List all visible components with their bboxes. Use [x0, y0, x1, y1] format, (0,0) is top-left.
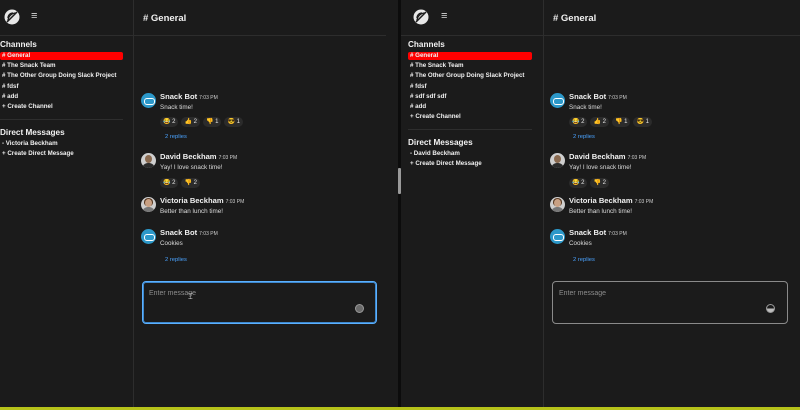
reaction-bar: 😂 2 👍 2 👎 1 😎 1 [569, 117, 652, 127]
sidebar-header: ≡ [401, 0, 543, 36]
reaction-chip[interactable]: 😎 1 [633, 117, 652, 127]
channel-title: # General [143, 13, 187, 24]
channel-title: # General [553, 13, 597, 24]
emoji-picker-icon[interactable] [766, 304, 775, 313]
channel-item-other-group[interactable]: # The Other Group Doing Slack Project [0, 72, 117, 80]
message-input[interactable] [149, 288, 339, 298]
message-composer[interactable]: ⌶ [142, 281, 377, 324]
create-dm-button[interactable]: + Create Direct Message [0, 150, 74, 158]
sidebar: ≡ Channels # General # The Snack Team # … [0, 0, 134, 407]
david-beckham-avatar [550, 153, 565, 168]
hamburger-menu-icon[interactable]: ≡ [31, 10, 41, 22]
channel-item-other-group[interactable]: # The Other Group Doing Slack Project [408, 72, 525, 80]
snack-bot-avatar [141, 229, 156, 244]
replies-link[interactable]: 2 replies [573, 257, 595, 263]
reaction-chip[interactable]: 👍 2 [590, 117, 609, 127]
channel-item-general[interactable]: # General [0, 52, 123, 60]
reaction-chip[interactable]: 👍 2 [181, 117, 200, 127]
channel-header: # General [544, 0, 800, 36]
david-beckham-avatar [141, 153, 156, 168]
create-dm-button[interactable]: + Create Direct Message [408, 160, 482, 168]
message-author: Snack Bot 7:03 PM [160, 92, 218, 101]
channel-header: # General [134, 0, 386, 36]
reaction-chip[interactable]: 👎 2 [590, 178, 609, 188]
sidebar: ≡ Channels # General # The Snack Team # … [401, 0, 544, 407]
channel-item-add[interactable]: # add [408, 103, 426, 111]
reaction-bar: 😂 2 👎 2 [569, 178, 609, 188]
message-text: Cookies [160, 240, 183, 247]
reaction-bar: 😂 2 👍 2 👎 1 😎 1 [160, 117, 243, 127]
channel-item-fdsf[interactable]: # fdsf [0, 83, 19, 91]
snack-bot-avatar [550, 93, 565, 108]
message-text: Cookies [569, 240, 592, 247]
app-logo-icon[interactable] [4, 9, 20, 25]
channel-item-fdsf[interactable]: # fdsf [408, 83, 427, 91]
message-text: Better than lunch time! [569, 208, 633, 215]
channels-title: Channels [0, 40, 37, 49]
mouse-pointer-icon: ⌶ [188, 292, 193, 301]
victoria-beckham-avatar [550, 197, 565, 212]
dm-item-victoria-beckham[interactable]: - Victoria Beckham [0, 140, 58, 148]
message-author: David Beckham 7:03 PM [160, 152, 238, 161]
channel-item-sdf[interactable]: # sdf sdf sdf [408, 93, 446, 101]
message-author: Snack Bot 7:03 PM [569, 92, 627, 101]
reaction-chip[interactable]: 😂 2 [569, 117, 588, 127]
replies-link[interactable]: 2 replies [165, 257, 187, 263]
app-logo-icon[interactable] [413, 9, 429, 25]
reaction-chip[interactable]: 👎 1 [611, 117, 631, 127]
message-input[interactable] [559, 288, 749, 298]
direct-messages-title: Direct Messages [408, 138, 473, 147]
sidebar-header: ≡ [0, 0, 133, 36]
reaction-chip[interactable]: 😂 2 [160, 117, 179, 127]
sidebar-divider [0, 119, 123, 120]
reaction-chip[interactable]: 😎 1 [224, 117, 243, 127]
snack-bot-avatar [141, 93, 156, 108]
message-text: Better than lunch time! [160, 208, 224, 215]
create-channel-button[interactable]: + Create Channel [0, 103, 53, 111]
channel-item-snack-team[interactable]: # The Snack Team [408, 62, 464, 70]
dm-item-david-beckham[interactable]: - David Beckham [408, 150, 460, 158]
hamburger-menu-icon[interactable]: ≡ [441, 10, 451, 22]
reaction-chip[interactable]: 😂 2 [160, 178, 179, 188]
right-pane: ≡ Channels # General # The Snack Team # … [401, 0, 800, 407]
message-author: Victoria Beckham 7:03 PM [160, 196, 245, 205]
message-composer[interactable] [552, 281, 788, 324]
app-stage: ≡ Channels # General # The Snack Team # … [0, 0, 800, 410]
snack-bot-avatar [550, 229, 565, 244]
message-text: Yay! I love snack time! [160, 164, 223, 171]
message-author: David Beckham 7:03 PM [569, 152, 647, 161]
message-text: Snack time! [160, 104, 193, 111]
emoji-picker-icon[interactable] [355, 304, 364, 313]
channel-item-general[interactable]: # General [408, 52, 532, 60]
reaction-chip[interactable]: 👎 2 [181, 178, 200, 188]
message-author: Snack Bot 7:03 PM [160, 228, 218, 237]
channels-title: Channels [408, 40, 445, 49]
message-text: Yay! I love snack time! [569, 164, 632, 171]
message-author: Victoria Beckham 7:03 PM [569, 196, 654, 205]
message-author: Snack Bot 7:03 PM [569, 228, 627, 237]
sidebar-divider [408, 129, 532, 130]
direct-messages-title: Direct Messages [0, 128, 65, 137]
message-text: Snack time! [569, 104, 602, 111]
reaction-chip[interactable]: 👎 1 [202, 117, 222, 127]
channel-item-add[interactable]: # add [0, 93, 18, 101]
reaction-bar: 😂 2 👎 2 [160, 178, 200, 188]
victoria-beckham-avatar [141, 197, 156, 212]
channel-item-snack-team[interactable]: # The Snack Team [0, 62, 56, 70]
left-pane: ≡ Channels # General # The Snack Team # … [0, 0, 398, 407]
replies-link[interactable]: 2 replies [573, 134, 595, 140]
create-channel-button[interactable]: + Create Channel [408, 113, 461, 121]
replies-link[interactable]: 2 replies [165, 134, 187, 140]
reaction-chip[interactable]: 😂 2 [569, 178, 588, 188]
